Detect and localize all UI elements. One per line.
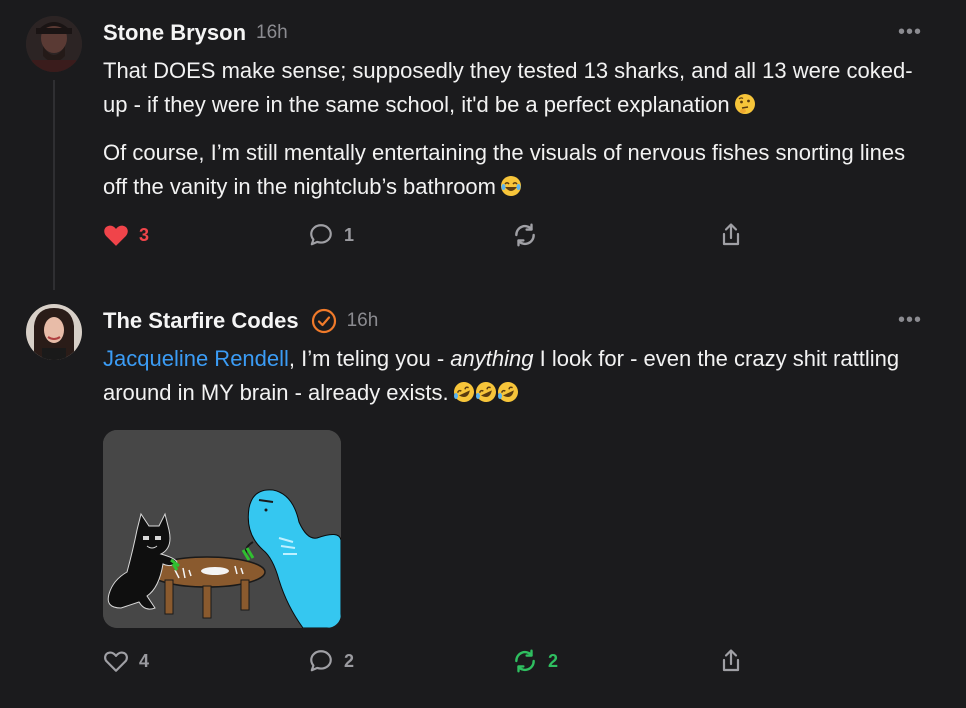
rofl-icon: [475, 379, 497, 413]
restack-count: 2: [548, 650, 559, 671]
restack-icon: [515, 649, 535, 673]
restack-button[interactable]: 2: [512, 646, 558, 676]
like-button[interactable]: 4: [103, 646, 149, 676]
user-mention-link[interactable]: Jacqueline Rendell: [103, 346, 289, 371]
image-attachment[interactable]: [103, 430, 341, 628]
avatar[interactable]: [26, 304, 82, 360]
share-icon: [722, 649, 740, 672]
comment-paragraph: Of course, I’m still mentally entertaini…: [103, 136, 933, 207]
more-options-icon[interactable]: •••: [898, 310, 922, 330]
comment-paragraph: Jacqueline Rendell, I’m teling you - any…: [103, 342, 933, 413]
heart-outline-icon: [104, 651, 128, 672]
like-button[interactable]: 3: [103, 220, 149, 250]
reply-button[interactable]: 1: [308, 220, 354, 250]
comment-icon: [310, 650, 332, 672]
timestamp[interactable]: 16h: [347, 310, 379, 332]
comment-icon: [310, 224, 332, 246]
comment-paragraph: That DOES make sense; supposedly they te…: [103, 54, 933, 125]
reply-count: 2: [344, 650, 355, 671]
thread-line: [53, 80, 55, 290]
author-name[interactable]: Stone Bryson: [103, 20, 246, 46]
like-count: 4: [139, 650, 150, 671]
heart-filled-icon: [104, 225, 128, 246]
comment-actions: 3 1: [103, 220, 803, 250]
share-button[interactable]: [719, 220, 743, 250]
tears-of-joy-icon: [500, 173, 522, 207]
share-icon: [722, 223, 740, 246]
reply-count: 1: [344, 224, 355, 245]
share-button[interactable]: [719, 646, 743, 676]
thinking-face-icon: [734, 91, 756, 125]
rofl-icon: [497, 379, 519, 413]
restack-button[interactable]: [512, 220, 538, 250]
rofl-icon: [453, 379, 475, 413]
comment-actions: 4 2 2: [103, 646, 803, 676]
restack-icon: [515, 223, 535, 247]
more-options-icon[interactable]: •••: [898, 22, 922, 42]
author-name[interactable]: The Starfire Codes: [103, 308, 299, 334]
reply-button[interactable]: 2: [308, 646, 354, 676]
like-count: 3: [139, 224, 150, 245]
avatar[interactable]: [26, 16, 82, 72]
timestamp[interactable]: 16h: [256, 22, 288, 44]
verified-badge-icon: [311, 308, 336, 334]
